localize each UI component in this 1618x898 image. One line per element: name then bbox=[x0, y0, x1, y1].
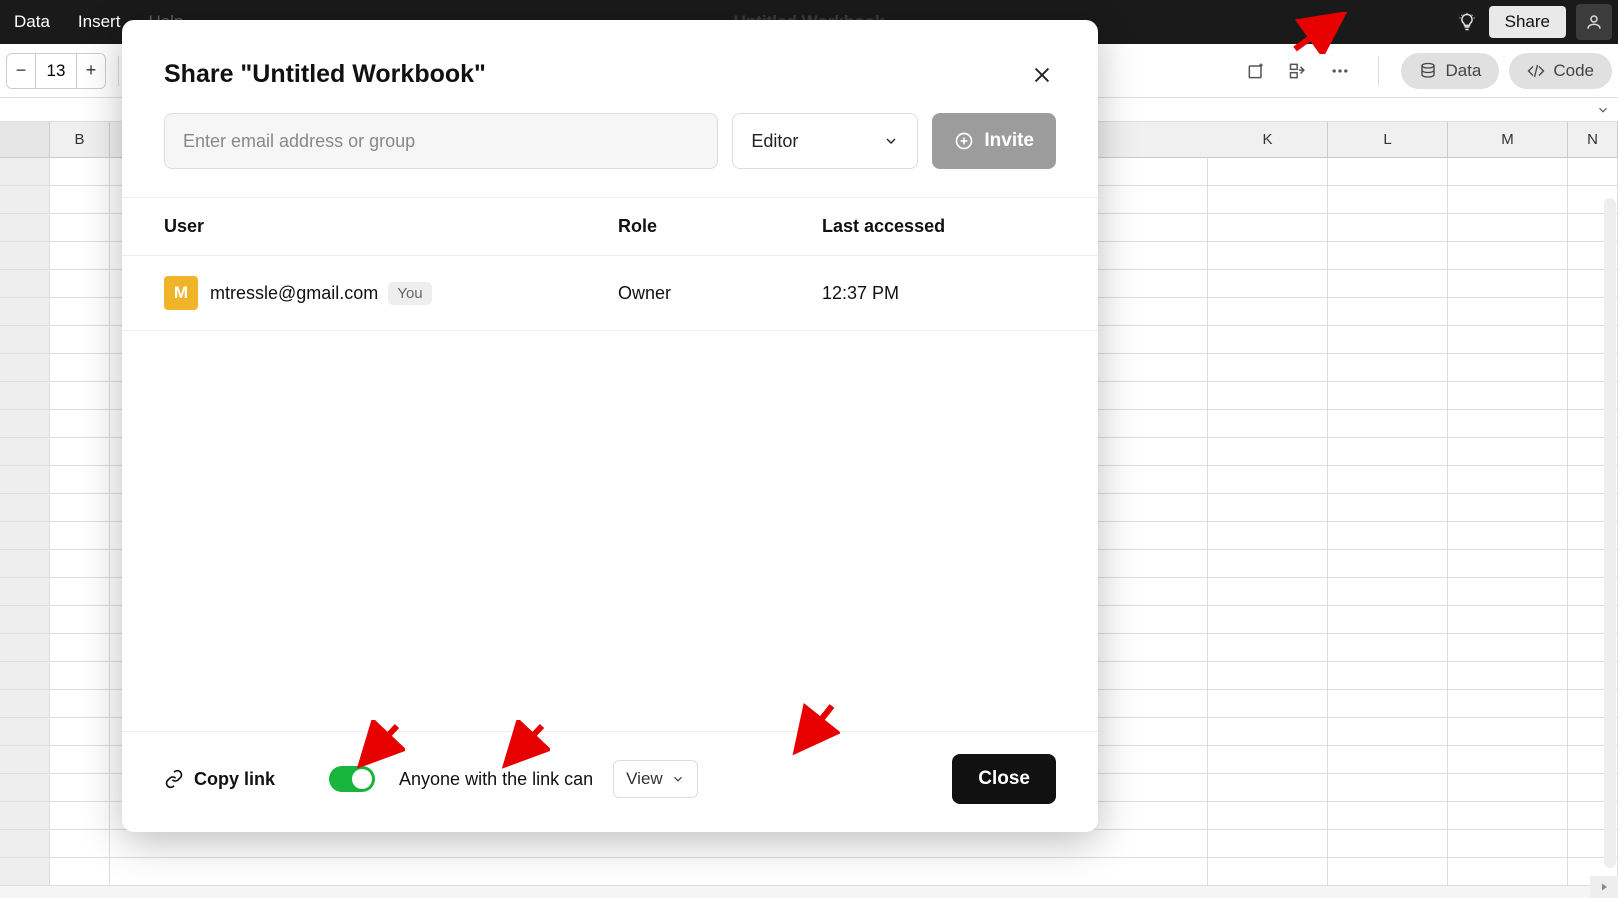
row-header[interactable] bbox=[0, 298, 50, 326]
more-icon[interactable] bbox=[1324, 55, 1356, 87]
user-email: mtressle@gmail.com bbox=[210, 283, 378, 304]
column-header[interactable]: K bbox=[1208, 122, 1328, 157]
row-header[interactable] bbox=[0, 522, 50, 550]
decrease-button[interactable]: − bbox=[7, 54, 35, 88]
profile-button[interactable] bbox=[1576, 4, 1612, 40]
anyone-link-label: Anyone with the link can bbox=[399, 769, 593, 790]
vertical-scrollbar[interactable] bbox=[1604, 198, 1616, 868]
chevron-down-icon bbox=[671, 772, 685, 786]
link-permission-value: View bbox=[626, 769, 663, 789]
invite-button[interactable]: Invite bbox=[932, 113, 1056, 169]
row-header[interactable] bbox=[0, 858, 50, 886]
th-role: Role bbox=[618, 216, 822, 237]
row-header[interactable] bbox=[0, 550, 50, 578]
row-header[interactable] bbox=[0, 326, 50, 354]
row-header[interactable] bbox=[0, 662, 50, 690]
row-header[interactable] bbox=[0, 242, 50, 270]
grid-row bbox=[0, 830, 1618, 858]
row-header[interactable] bbox=[0, 830, 50, 858]
row-header[interactable] bbox=[0, 802, 50, 830]
grid-row bbox=[0, 858, 1618, 886]
font-size-stepper[interactable]: − 13 + bbox=[6, 53, 106, 89]
row-header[interactable] bbox=[0, 438, 50, 466]
row-header[interactable] bbox=[0, 718, 50, 746]
avatar: M bbox=[164, 276, 198, 310]
chevron-down-icon bbox=[883, 133, 899, 149]
th-user: User bbox=[164, 216, 618, 237]
you-badge: You bbox=[388, 282, 431, 305]
plus-circle-icon bbox=[954, 131, 974, 151]
row-header[interactable] bbox=[0, 494, 50, 522]
menu-insert[interactable]: Insert bbox=[78, 12, 121, 32]
user-role: Owner bbox=[618, 283, 822, 304]
row-header[interactable] bbox=[0, 354, 50, 382]
row-header[interactable] bbox=[0, 214, 50, 242]
code-panel-button[interactable]: Code bbox=[1509, 53, 1612, 89]
row-header[interactable] bbox=[0, 606, 50, 634]
row-header[interactable] bbox=[0, 382, 50, 410]
row-header[interactable] bbox=[0, 270, 50, 298]
user-row: M mtressle@gmail.com You Owner 12:37 PM bbox=[122, 256, 1098, 331]
column-header[interactable]: N bbox=[1568, 122, 1618, 157]
column-header[interactable]: B bbox=[50, 122, 110, 157]
copy-link-label: Copy link bbox=[194, 769, 275, 790]
row-header[interactable] bbox=[0, 634, 50, 662]
link-permission-select[interactable]: View bbox=[613, 760, 698, 798]
row-header[interactable] bbox=[0, 578, 50, 606]
code-panel-label: Code bbox=[1553, 61, 1594, 81]
row-header[interactable] bbox=[0, 774, 50, 802]
layout-icon[interactable] bbox=[1282, 55, 1314, 87]
database-icon bbox=[1419, 62, 1437, 80]
row-header[interactable] bbox=[0, 466, 50, 494]
row-header[interactable] bbox=[0, 186, 50, 214]
invite-button-label: Invite bbox=[984, 130, 1034, 152]
insert-icon[interactable] bbox=[1240, 55, 1272, 87]
increase-button[interactable]: + bbox=[77, 54, 105, 88]
share-table-header: User Role Last accessed bbox=[122, 197, 1098, 256]
select-all-cell[interactable] bbox=[0, 122, 50, 157]
link-icon bbox=[164, 769, 184, 789]
chevron-down-icon bbox=[1596, 103, 1610, 117]
share-dialog: Share "Untitled Workbook" Editor Invite … bbox=[122, 20, 1098, 832]
close-button[interactable]: Close bbox=[952, 754, 1056, 804]
close-icon[interactable] bbox=[1028, 61, 1056, 89]
data-panel-label: Data bbox=[1445, 61, 1481, 81]
sheet-nav-right[interactable] bbox=[1590, 876, 1618, 898]
share-button[interactable]: Share bbox=[1489, 6, 1566, 38]
th-last: Last accessed bbox=[822, 216, 1056, 237]
dialog-title: Share "Untitled Workbook" bbox=[164, 60, 486, 89]
role-select-value: Editor bbox=[751, 131, 798, 152]
copy-link-button[interactable]: Copy link bbox=[164, 769, 275, 790]
row-header[interactable] bbox=[0, 690, 50, 718]
code-icon bbox=[1527, 62, 1545, 80]
row-header[interactable] bbox=[0, 746, 50, 774]
menu-data[interactable]: Data bbox=[14, 12, 50, 32]
row-header[interactable] bbox=[0, 158, 50, 186]
row-header[interactable] bbox=[0, 410, 50, 438]
email-input[interactable] bbox=[164, 113, 718, 169]
tips-icon[interactable] bbox=[1455, 10, 1479, 34]
column-header[interactable]: M bbox=[1448, 122, 1568, 157]
data-panel-button[interactable]: Data bbox=[1401, 53, 1499, 89]
column-header[interactable]: L bbox=[1328, 122, 1448, 157]
user-last-accessed: 12:37 PM bbox=[822, 283, 1056, 304]
public-link-toggle[interactable] bbox=[329, 766, 375, 792]
role-select[interactable]: Editor bbox=[732, 113, 918, 169]
font-size-value[interactable]: 13 bbox=[35, 54, 77, 88]
